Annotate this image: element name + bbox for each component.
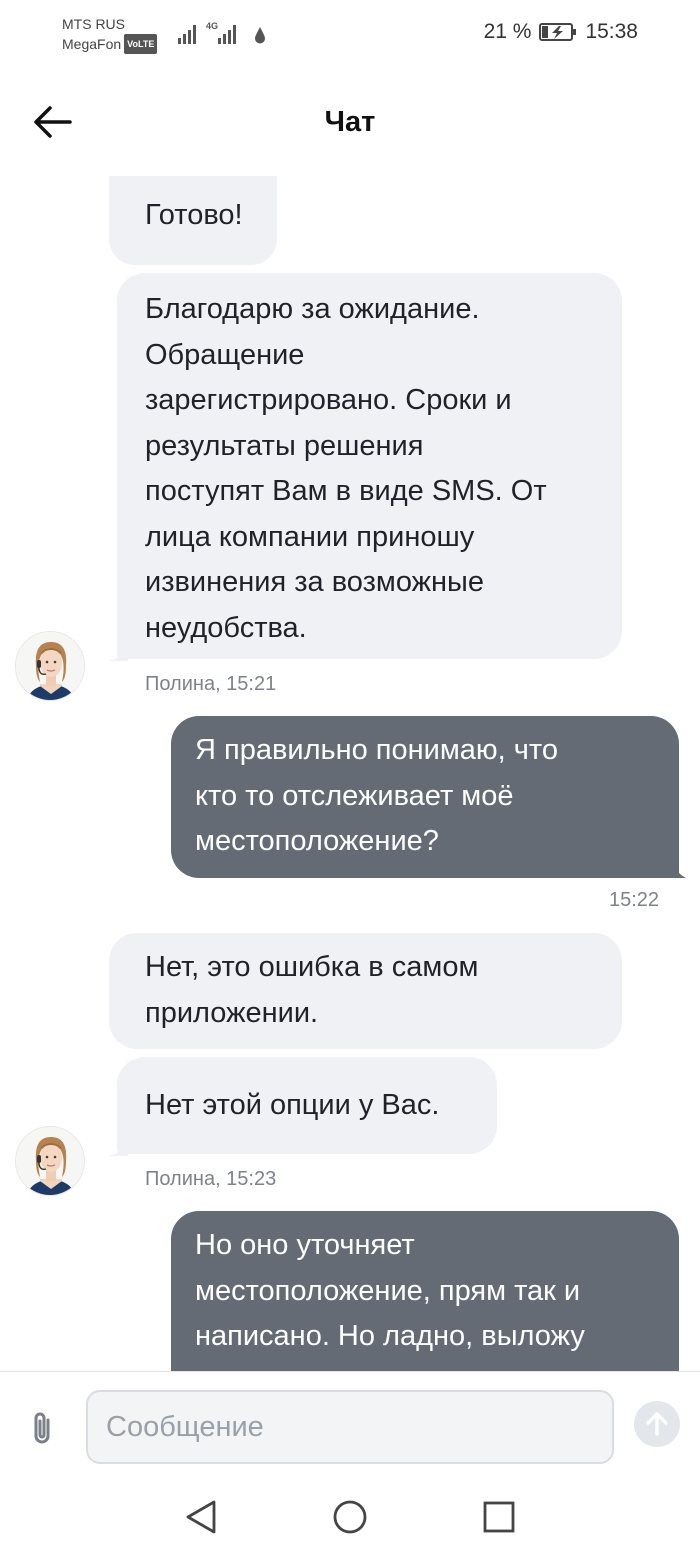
message-text: Благодарю за ожидание. Обращение зарегис… xyxy=(145,293,547,644)
bubble-tail xyxy=(668,860,686,878)
network-type-label: 4G xyxy=(206,21,219,31)
volte-badge: VoLTE xyxy=(124,34,158,54)
nav-home-button[interactable] xyxy=(332,1499,368,1535)
message-meta: Полина, 15:23 xyxy=(145,1168,277,1190)
agent-avatar-icon xyxy=(16,632,84,700)
circle-home-icon xyxy=(333,1500,367,1534)
status-bar: MTS RUS MegaFon VoLTE 4G 21 % 15:38 xyxy=(0,0,700,70)
square-recents-icon xyxy=(483,1501,515,1533)
message-text: Готово! xyxy=(145,199,243,231)
signal-strength-icon xyxy=(178,25,196,44)
carrier-1: MTS RUS xyxy=(62,16,125,32)
message-text: Нет этой опции у Вас. xyxy=(145,1089,440,1121)
nav-recents-button[interactable] xyxy=(481,1499,517,1535)
message-text: Но оно уточняет местоположение, прям так… xyxy=(195,1229,585,1352)
message-meta: 15:22 xyxy=(609,889,660,911)
clock: 15:38 xyxy=(585,20,638,43)
carrier-2: MegaFon xyxy=(62,36,122,52)
data-drop-icon xyxy=(255,27,266,44)
chat-messages[interactable]: Готово! Благодарю за ожидание. Обращение… xyxy=(0,176,700,1371)
chat-header: Чат xyxy=(0,70,700,176)
battery-charging-icon xyxy=(539,23,577,41)
nav-back-button[interactable] xyxy=(184,1499,220,1535)
send-button[interactable] xyxy=(634,1401,680,1447)
message-bubble-outgoing: Но оно уточняет местоположение, прям так… xyxy=(171,1211,679,1371)
signal-indicators: 4G xyxy=(178,22,266,44)
carrier-info: MTS RUS MegaFon VoLTE xyxy=(62,14,158,54)
avatar xyxy=(15,1126,85,1196)
system-navigation-bar xyxy=(0,1471,700,1556)
message-text: Нет, это ошибка в самом приложении. xyxy=(145,951,479,1029)
avatar xyxy=(15,631,85,701)
message-bubble-incoming: Готово! xyxy=(109,176,277,265)
attach-button[interactable] xyxy=(22,1408,62,1448)
page-title: Чат xyxy=(324,106,376,138)
bubble-tail xyxy=(108,643,128,661)
message-composer xyxy=(0,1371,700,1471)
message-bubble-incoming: Благодарю за ожидание. Обращение зарегис… xyxy=(117,273,622,659)
message-bubble-outgoing: Я правильно понимаю, что кто то отслежив… xyxy=(171,716,679,878)
status-right: 21 % 15:38 xyxy=(484,20,638,44)
message-input[interactable] xyxy=(86,1390,614,1464)
message-bubble-incoming: Нет, это ошибка в самом приложении. xyxy=(109,933,622,1049)
battery-percent: 21 % xyxy=(483,20,532,43)
carrier-2-row: MegaFon VoLTE xyxy=(62,34,158,54)
message-bubble-incoming: Нет этой опции у Вас. xyxy=(117,1057,497,1154)
bubble-tail xyxy=(108,1138,128,1156)
agent-avatar-icon xyxy=(16,1127,84,1195)
message-text: Я правильно понимаю, что кто то отслежив… xyxy=(195,734,558,857)
paperclip-icon xyxy=(34,1412,50,1444)
triangle-back-icon xyxy=(186,1500,216,1534)
signal-strength-2-icon xyxy=(218,25,237,44)
message-meta: Полина, 15:21 xyxy=(145,673,277,695)
arrow-up-icon xyxy=(646,1412,668,1436)
